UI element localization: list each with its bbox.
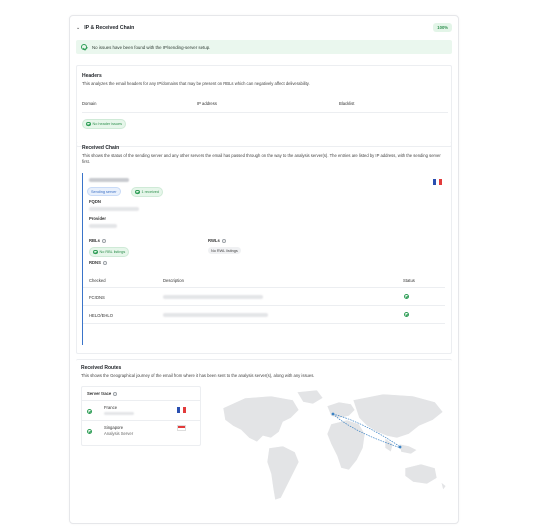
received-chain-title: Received Chain bbox=[82, 145, 120, 151]
rwls-label: RWLs bbox=[208, 238, 226, 243]
rdns-row-checked: FCrDNS bbox=[89, 295, 105, 300]
check-circle-icon bbox=[87, 429, 92, 434]
route-country-france: France bbox=[104, 405, 118, 410]
rbls-text: RBLs bbox=[89, 238, 100, 243]
sending-server-badge: Sending server bbox=[87, 187, 121, 196]
received-routes-section: Received Routes This shows the Geographi… bbox=[76, 359, 452, 515]
rwl-pill: No RWL listings bbox=[208, 247, 241, 254]
headers-section: Headers This analyzes the email headers … bbox=[76, 65, 452, 147]
check-circle-icon bbox=[86, 121, 91, 126]
received-chain-description: This shows the status of the sending ser… bbox=[82, 153, 441, 164]
provider-label: Provider bbox=[89, 216, 106, 221]
received-badge: 1 received bbox=[131, 187, 164, 197]
check-circle-icon bbox=[404, 294, 409, 299]
rbl-pill-label: No RBL listings bbox=[99, 249, 126, 254]
score-badge: 100% bbox=[433, 23, 452, 32]
check-circle-icon bbox=[81, 44, 87, 50]
rbls-label: RBLs bbox=[89, 238, 106, 243]
helo-row-checked: HELO/EHLO bbox=[89, 313, 113, 318]
singapore-flag-icon bbox=[177, 425, 186, 431]
france-flag-icon bbox=[433, 179, 442, 185]
check-circle-icon bbox=[87, 409, 92, 414]
info-icon[interactable] bbox=[102, 260, 107, 265]
chevron-down-icon[interactable]: ⌄ bbox=[76, 25, 80, 31]
status-banner: No issues have been found with the IP/se… bbox=[76, 40, 452, 54]
server-trace-text: Server trace bbox=[87, 391, 112, 396]
provider-value-redacted bbox=[89, 224, 117, 228]
badge-label: 1 received bbox=[141, 189, 160, 194]
server-trace-panel: Server trace France Singapore Analysis S… bbox=[81, 386, 201, 446]
server-ip-redacted bbox=[89, 178, 129, 182]
headers-description: This analyzes the email headers for any … bbox=[82, 81, 310, 86]
info-icon[interactable] bbox=[101, 238, 106, 243]
fqdn-value-redacted bbox=[89, 207, 139, 211]
info-icon[interactable] bbox=[221, 238, 226, 243]
col-domain: Domain bbox=[82, 101, 97, 106]
ip-received-chain-card: ⌄ IP & Received Chain 100% No issues hav… bbox=[69, 15, 459, 524]
fqdn-label: FQDN bbox=[89, 199, 101, 204]
headers-title: Headers bbox=[82, 73, 102, 79]
received-routes-title: Received Routes bbox=[81, 365, 122, 371]
col-ip: IP address bbox=[197, 101, 217, 106]
france-flag-icon bbox=[177, 407, 186, 413]
received-routes-description: This shows the Geographical journey of t… bbox=[81, 373, 315, 378]
no-header-issues-pill: No header issues bbox=[82, 119, 127, 129]
route-ip-redacted bbox=[104, 412, 134, 415]
section-header[interactable]: ⌄ IP & Received Chain 100% bbox=[76, 22, 452, 34]
info-icon[interactable] bbox=[113, 391, 118, 396]
check-circle-icon bbox=[135, 189, 140, 194]
route-sub-label: Analysis Server bbox=[104, 431, 134, 436]
col-checked: Checked bbox=[89, 278, 106, 283]
received-chain-section: Received Chain This shows the status of … bbox=[76, 142, 452, 354]
route-country-singapore: Singapore bbox=[104, 425, 124, 430]
col-status: Status bbox=[403, 278, 415, 283]
col-description: Description bbox=[163, 278, 184, 283]
helo-row-description-redacted bbox=[163, 313, 268, 317]
pill-label: No header issues bbox=[92, 121, 123, 126]
rwls-text: RWLs bbox=[208, 238, 220, 243]
col-blacklist: Blacklist bbox=[339, 101, 355, 106]
rdns-row-description-redacted bbox=[163, 295, 263, 299]
banner-text: No issues have been found with the IP/se… bbox=[92, 44, 211, 50]
rdns-label: RDNS bbox=[89, 260, 107, 265]
server-trace-label: Server trace bbox=[87, 391, 118, 396]
check-circle-icon bbox=[93, 249, 98, 254]
rbl-pill: No RBL listings bbox=[89, 247, 130, 257]
world-map bbox=[222, 389, 447, 501]
check-circle-icon bbox=[404, 312, 409, 317]
rdns-text: RDNS bbox=[89, 260, 101, 265]
server-entry: Sending server 1 received FQDN Provider … bbox=[82, 173, 448, 345]
section-title: IP & Received Chain bbox=[84, 25, 135, 31]
